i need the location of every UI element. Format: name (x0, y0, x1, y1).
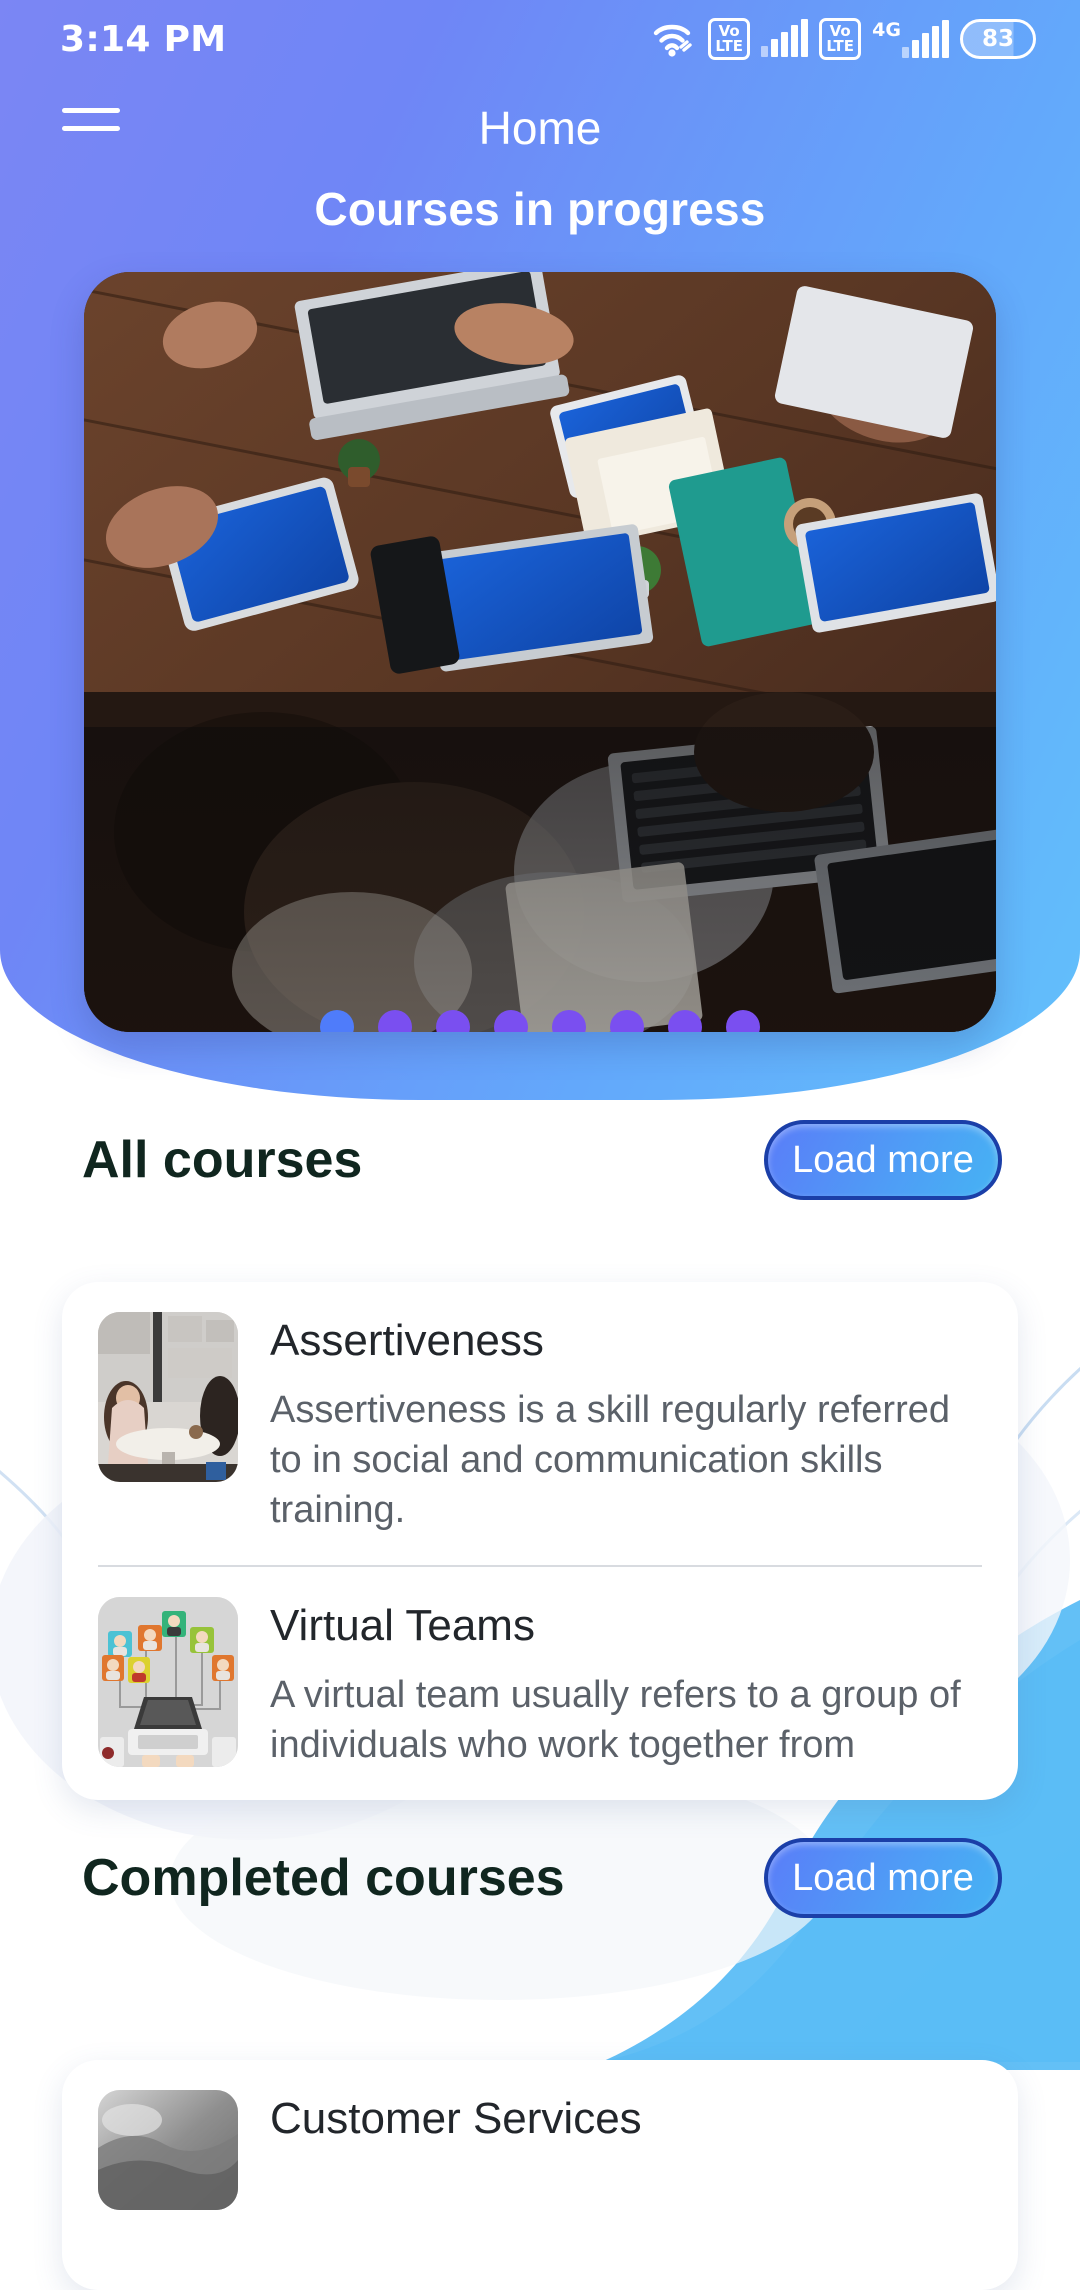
volte-bottom-text-2: LTE (826, 37, 854, 55)
carousel-dot-6[interactable] (610, 1010, 644, 1032)
hero-course-card[interactable]: Project Management Continue Course > 0 (84, 272, 996, 1032)
carousel-dot-7[interactable] (668, 1010, 702, 1032)
4g-signal-group: 4G (872, 18, 949, 58)
course-title: Virtual Teams (270, 1601, 535, 1651)
completed-courses-list: Customer Services (62, 2060, 1018, 2290)
carousel-dot-5[interactable] (552, 1010, 586, 1032)
course-thumbnail (98, 2090, 238, 2210)
battery-level-text: 83 (981, 26, 1014, 52)
carousel-dot-1[interactable] (320, 1010, 354, 1032)
page-title: Home (478, 102, 602, 154)
course-description: A virtual team usually refers to a group… (270, 1673, 961, 1766)
completed-courses-heading: Completed courses (82, 1849, 565, 1907)
app-bar: Home (0, 78, 1080, 178)
list-item[interactable]: Customer Services (62, 2060, 1018, 2290)
load-more-completed-courses-label: Load more (792, 1856, 974, 1899)
load-more-all-courses-button[interactable]: Load more (764, 1120, 1002, 1200)
course-thumbnail (98, 1597, 238, 1768)
status-bar: 3:14 PM Vo LTE Vo LTE 4G 83 (0, 0, 1080, 78)
load-more-all-courses-label: Load more (792, 1138, 974, 1181)
courses-in-progress-heading: Courses in progress (314, 183, 766, 235)
signal-icon-1 (761, 19, 809, 57)
load-more-completed-courses-button[interactable]: Load more (764, 1838, 1002, 1918)
status-icon-group: Vo LTE Vo LTE 4G 83 (651, 18, 1036, 60)
carousel-dot-8[interactable] (726, 1010, 760, 1032)
volte-bottom-text: LTE (715, 37, 743, 55)
carousel-dot-3[interactable] (436, 1010, 470, 1032)
carousel-dots[interactable] (84, 1010, 996, 1032)
course-title: Assertiveness (270, 1316, 544, 1365)
hero-image-scrim (84, 727, 996, 1032)
all-courses-list: Assertiveness Assertiveness is a skill r… (62, 1282, 1018, 1800)
4g-icon: 4G (872, 18, 901, 41)
wifi-icon (651, 19, 697, 59)
carousel-dot-4[interactable] (494, 1010, 528, 1032)
all-courses-section-header: All courses Load more (0, 1112, 1080, 1208)
list-item[interactable]: Assertiveness Assertiveness is a skill r… (62, 1282, 1018, 1565)
volte-icon-1: Vo LTE (708, 18, 751, 60)
completed-courses-section-header: Completed courses Load more (0, 1830, 1080, 1926)
list-item[interactable]: Virtual Teams A virtual team usually ref… (62, 1567, 1018, 1800)
course-text-block: Customer Services (270, 2090, 986, 2163)
signal-icon-2 (902, 19, 949, 58)
course-thumbnail (98, 1312, 238, 1482)
course-description: Assertiveness is a skill regularly refer… (270, 1388, 951, 1531)
all-courses-heading: All courses (82, 1131, 363, 1189)
course-text-block: Assertiveness Assertiveness is a skill r… (270, 1312, 986, 1535)
battery-icon: 83 (960, 19, 1036, 59)
status-clock: 3:14 PM (60, 18, 227, 60)
carousel-dot-2[interactable] (378, 1010, 412, 1032)
course-text-block: Virtual Teams A virtual team usually ref… (270, 1597, 986, 1770)
course-title: Customer Services (270, 2094, 642, 2143)
volte-icon-2: Vo LTE (819, 18, 862, 60)
